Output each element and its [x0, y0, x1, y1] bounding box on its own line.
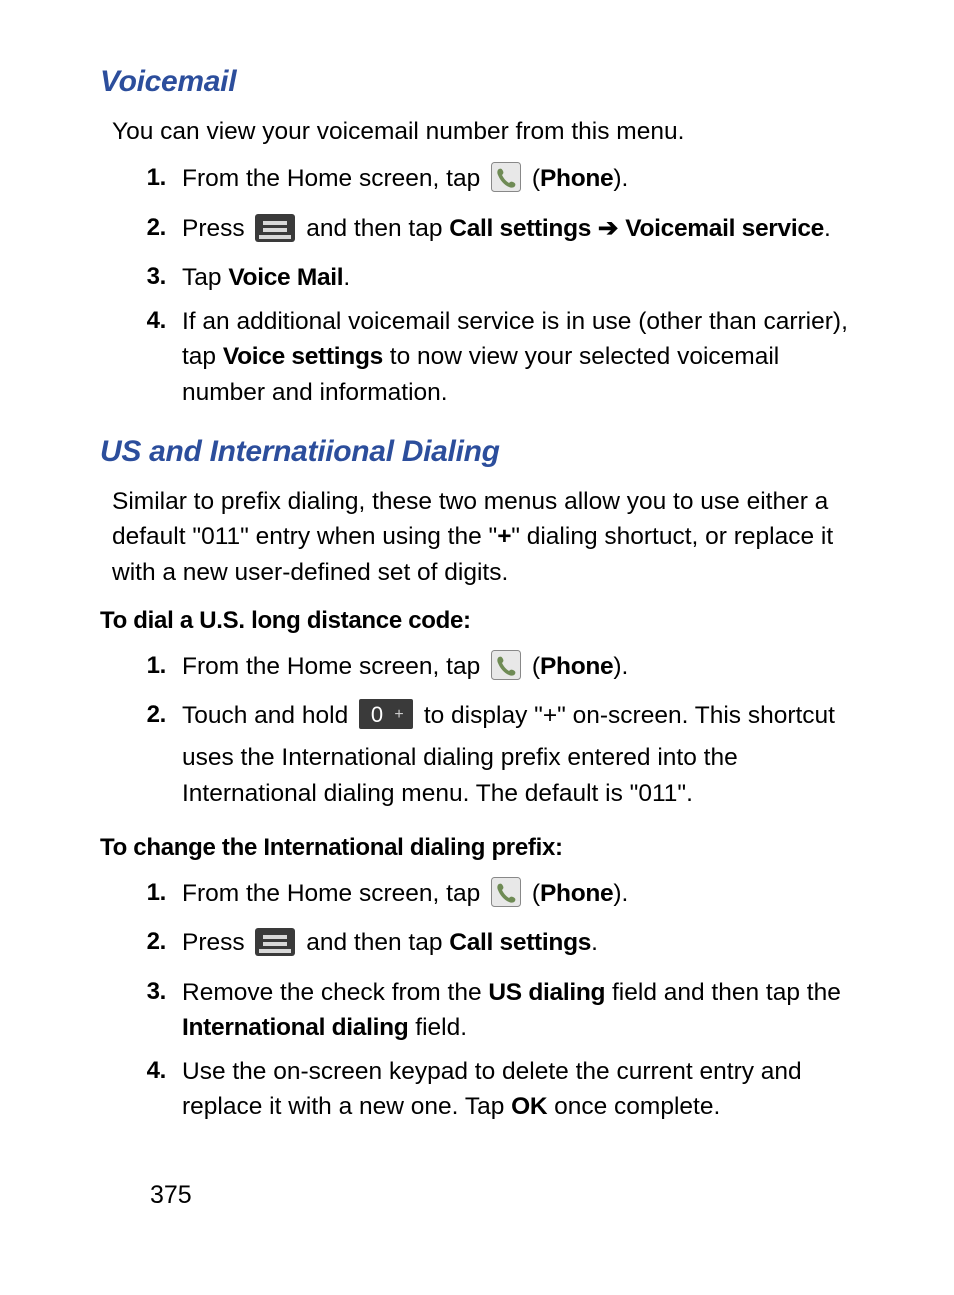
phone-label: Phone — [540, 165, 613, 192]
text: ). — [613, 880, 628, 907]
heading-dialing: US and Internatiional Dialing — [100, 430, 854, 474]
page-number: 375 — [150, 1177, 192, 1213]
zero-plus-key-icon: 0 + — [359, 699, 413, 740]
subheading-us-code: To dial a U.S. long distance code: — [100, 604, 854, 639]
us-code-steps: From the Home screen, tap (Phone). Touch… — [100, 645, 854, 815]
menu-icon — [255, 928, 295, 967]
text: ). — [613, 165, 628, 192]
subheading-intl-prefix: To change the International dialing pref… — [100, 831, 854, 866]
phone-icon — [491, 650, 521, 691]
menu-icon — [255, 214, 295, 253]
call-settings-label: Call settings — [449, 929, 591, 956]
text: ( — [532, 165, 540, 192]
vm-step-4: If an additional voicemail service is in… — [100, 300, 854, 415]
text: . — [824, 215, 831, 242]
intl-step-1: From the Home screen, tap (Phone). — [100, 872, 854, 922]
text: ( — [532, 653, 540, 680]
text: . — [343, 264, 350, 291]
voice-settings-label: Voice settings — [223, 343, 383, 370]
text: field and then tap the — [605, 979, 841, 1006]
svg-text:+: + — [394, 706, 403, 723]
us-step-1: From the Home screen, tap (Phone). — [100, 645, 854, 695]
text: . — [591, 929, 598, 956]
intl-dialing-label: International dialing — [182, 1014, 408, 1041]
heading-voicemail: Voicemail — [100, 60, 854, 104]
text: ). — [613, 653, 628, 680]
dialing-intro: Similar to prefix dialing, these two men… — [112, 484, 854, 591]
us-step-2: Touch and hold 0 + to display "+" on-scr… — [100, 694, 854, 815]
voice-mail-label: Voice Mail — [228, 264, 343, 291]
vm-step-3: Tap Voice Mail. — [100, 256, 854, 300]
text: From the Home screen, tap — [182, 653, 487, 680]
phone-label: Phone — [540, 880, 613, 907]
plus-label: + — [497, 523, 511, 550]
call-settings-label: Call settings — [449, 215, 591, 242]
text: Press — [182, 929, 251, 956]
text: Tap — [182, 264, 228, 291]
phone-label: Phone — [540, 653, 613, 680]
text: From the Home screen, tap — [182, 165, 487, 192]
text: once complete. — [547, 1093, 720, 1120]
text: Remove the check from the — [182, 979, 488, 1006]
text: Press — [182, 215, 251, 242]
intl-step-4: Use the on-screen keypad to delete the c… — [100, 1050, 854, 1129]
text: From the Home screen, tap — [182, 880, 487, 907]
page-container: Voicemail You can view your voicemail nu… — [0, 0, 954, 1295]
intl-step-2: Press and then tap Call settings. — [100, 921, 854, 971]
voicemail-steps: From the Home screen, tap (Phone). Press — [100, 157, 854, 414]
text: and then tap — [306, 929, 449, 956]
text: field. — [408, 1014, 467, 1041]
svg-text:0: 0 — [371, 702, 383, 727]
text: ( — [532, 880, 540, 907]
voicemail-intro: You can view your voicemail number from … — [112, 114, 854, 150]
arrow-icon: ➔ — [591, 215, 625, 242]
text: and then tap — [306, 215, 449, 242]
phone-icon — [491, 877, 521, 918]
us-dialing-label: US dialing — [488, 979, 605, 1006]
phone-icon — [491, 162, 521, 203]
intl-prefix-steps: From the Home screen, tap (Phone). Press — [100, 872, 854, 1129]
vm-step-1: From the Home screen, tap (Phone). — [100, 157, 854, 207]
voicemail-service-label: Voicemail service — [625, 215, 824, 242]
ok-label: OK — [511, 1093, 547, 1120]
text: Touch and hold — [182, 702, 355, 729]
intl-step-3: Remove the check from the US dialing fie… — [100, 971, 854, 1050]
vm-step-2: Press and then tap Call settings ➔ Voice… — [100, 207, 854, 257]
